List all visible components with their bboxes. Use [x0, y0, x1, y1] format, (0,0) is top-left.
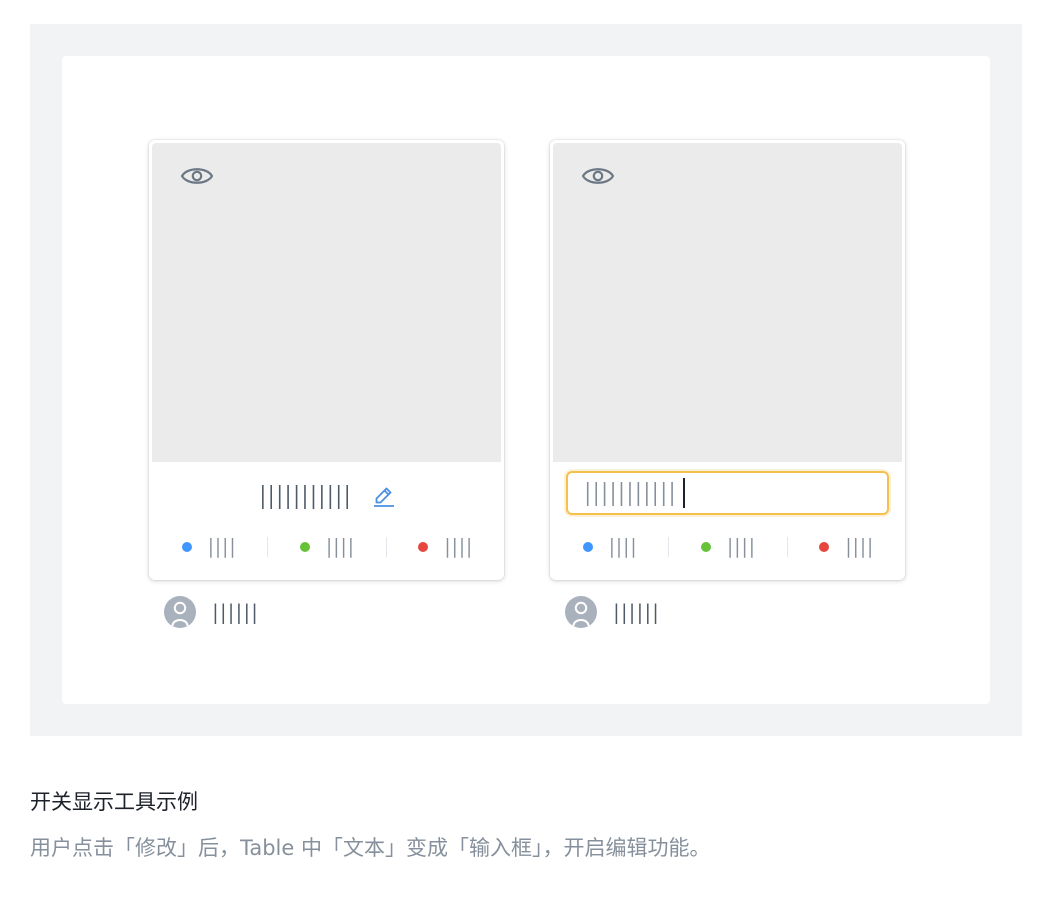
eye-icon[interactable]	[180, 162, 214, 190]
card[interactable]: ||||||||||| |||| |||| ||||	[550, 140, 905, 580]
card-edit-mode: ||||||||||| |||| |||| |||| ||||||	[550, 140, 905, 628]
status-label: ||||	[442, 535, 474, 559]
example-stage: ||||||||||| |||| |||| |||| |||||| ||||||…	[30, 24, 1022, 736]
status-item-green: ||||	[668, 530, 786, 564]
caption-description: 用户点击「修改」后，Table 中「文本」变成「输入框」，开启编辑功能。	[30, 836, 711, 860]
owner-row: ||||||	[164, 596, 260, 628]
card-preview	[152, 143, 501, 462]
title-input-value: |||||||||||	[582, 479, 678, 507]
status-row: |||| |||| ||||	[550, 530, 905, 564]
status-item-blue: ||||	[149, 530, 267, 564]
card-title-row: |||||||||||	[149, 462, 504, 530]
status-dot-red	[418, 542, 429, 552]
status-dot-green	[300, 542, 311, 552]
status-item-green: ||||	[267, 530, 385, 564]
status-dot-red	[819, 542, 830, 552]
eye-icon[interactable]	[581, 162, 615, 190]
status-item-red: ||||	[385, 530, 504, 564]
text-caret	[682, 478, 685, 508]
pencil-icon[interactable]	[372, 484, 396, 508]
status-dot-blue	[582, 542, 593, 552]
owner-name: ||||||	[611, 599, 661, 625]
status-label: ||||	[725, 535, 757, 559]
status-label: ||||	[606, 535, 639, 559]
status-row: |||| |||| ||||	[149, 530, 504, 564]
owner-name: ||||||	[210, 599, 260, 625]
status-label: ||||	[843, 535, 875, 559]
status-label: ||||	[324, 535, 356, 559]
card-view-mode: ||||||||||| |||| |||| |||| ||||||	[149, 140, 504, 628]
edit-button[interactable]	[372, 484, 396, 508]
status-item-blue: ||||	[550, 530, 668, 564]
status-dot-green	[701, 542, 712, 552]
user-avatar-icon	[164, 596, 196, 628]
card[interactable]: ||||||||||| |||| |||| ||||	[149, 140, 504, 580]
status-item-red: ||||	[786, 530, 905, 564]
status-label: ||||	[205, 535, 238, 559]
caption-title: 开关显示工具示例	[30, 790, 198, 814]
card-title-text: |||||||||||	[257, 482, 353, 510]
status-dot-blue	[181, 542, 192, 552]
owner-row: ||||||	[565, 596, 661, 628]
title-input[interactable]: |||||||||||	[566, 471, 889, 515]
example-panel: ||||||||||| |||| |||| |||| |||||| ||||||…	[62, 56, 990, 704]
card-preview	[553, 143, 902, 462]
user-avatar-icon	[565, 596, 597, 628]
